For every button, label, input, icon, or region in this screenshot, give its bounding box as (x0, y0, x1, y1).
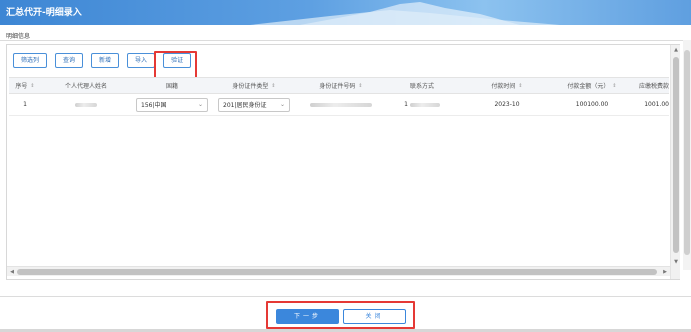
column-header-index[interactable]: 序号 ⇕ (9, 78, 41, 93)
masked-contact (409, 102, 440, 107)
footer-divider (0, 296, 691, 297)
column-header-nationality[interactable]: 国籍 (131, 78, 213, 93)
chevron-down-icon: ⌄ (197, 101, 203, 108)
scroll-down-icon[interactable]: ▼ (671, 258, 681, 266)
page-scrollbar[interactable] (683, 40, 691, 270)
mountain-banner (250, 2, 560, 25)
column-header-id-type[interactable]: 身份证件类型 ⇕ (213, 78, 295, 93)
toolbar: 筛选列 查询 新增 导入 验证 (13, 51, 197, 81)
nationality-select[interactable]: 156|中国 ⌄ (136, 97, 208, 112)
section-divider (0, 40, 691, 41)
column-header-tax[interactable]: 应缴税费款 (627, 78, 669, 93)
pay-time-cell[interactable]: 2023-10 (457, 94, 557, 115)
app-window: 汇总代开-明细录入 明细信息 筛选列 查询 新增 导入 验证 序号 ⇕ 个人代理人… (0, 0, 691, 332)
window-title: 汇总代开-明细录入 (6, 8, 82, 18)
id-number-cell[interactable] (295, 94, 387, 115)
add-button[interactable]: 新增 (91, 53, 120, 68)
grid-vertical-scrollbar[interactable]: ▲ ▼ (670, 45, 680, 279)
sort-icon: ⇕ (518, 82, 523, 89)
page-scroll-thumb[interactable] (684, 50, 690, 255)
scroll-right-icon[interactable]: ▶ (660, 268, 670, 276)
sort-icon: ⇕ (30, 82, 35, 89)
row-name-cell[interactable] (41, 94, 131, 115)
table-row[interactable]: 1 156|中国 ⌄ 201|居民身份证 ⌄ 1 2023-10 100100.… (9, 94, 669, 116)
column-header-name[interactable]: 个人代理人姓名 (41, 78, 131, 93)
id-type-select[interactable]: 201|居民身份证 ⌄ (218, 97, 290, 112)
scroll-up-icon[interactable]: ▲ (671, 46, 681, 54)
section-label: 明细信息 (6, 33, 31, 40)
scroll-thumb[interactable] (673, 57, 679, 253)
import-button[interactable]: 导入 (127, 53, 156, 68)
title-bar: 汇总代开-明细录入 (0, 0, 691, 25)
row-index: 1 (23, 101, 27, 108)
nationality-cell: 156|中国 ⌄ (135, 94, 209, 115)
masked-id-number (310, 102, 372, 107)
sort-icon: ⇕ (612, 82, 617, 89)
chevron-down-icon: ⌄ (279, 101, 285, 108)
column-header-contact[interactable]: 联系方式 (387, 78, 457, 93)
tax-cell[interactable]: 1001.00 (627, 94, 669, 115)
column-header-id-number[interactable]: 身份证件号码 ⇕ (295, 78, 387, 93)
close-button[interactable]: 关闭 (343, 309, 406, 324)
scroll-left-icon[interactable]: ◀ (7, 268, 17, 276)
grid-horizontal-scrollbar[interactable]: ◀ ▶ (7, 266, 670, 276)
contact-cell[interactable]: 1 (387, 94, 457, 115)
pay-amount-cell[interactable]: 100100.00 (557, 94, 627, 115)
next-step-button[interactable]: 下一步 (276, 309, 339, 324)
column-header-pay-amount[interactable]: 付款金额（元） ⇕ (557, 78, 627, 93)
sort-icon: ⇕ (271, 82, 276, 89)
masked-name (75, 102, 97, 107)
column-header-pay-time[interactable]: 付款时间 ⇕ (457, 78, 557, 93)
sort-icon: ⇕ (358, 82, 363, 89)
scroll-thumb[interactable] (17, 269, 657, 275)
query-button[interactable]: 查询 (55, 53, 84, 68)
detail-panel: 筛选列 查询 新增 导入 验证 序号 ⇕ 个人代理人姓名 国籍 身份证件类型 ⇕ 身… (6, 44, 680, 280)
grid-header: 序号 ⇕ 个人代理人姓名 国籍 身份证件类型 ⇕ 身份证件号码 ⇕ 联系方式 付款时间… (9, 77, 669, 94)
id-type-cell: 201|居民身份证 ⌄ (217, 94, 291, 115)
filter-columns-button[interactable]: 筛选列 (13, 53, 48, 68)
